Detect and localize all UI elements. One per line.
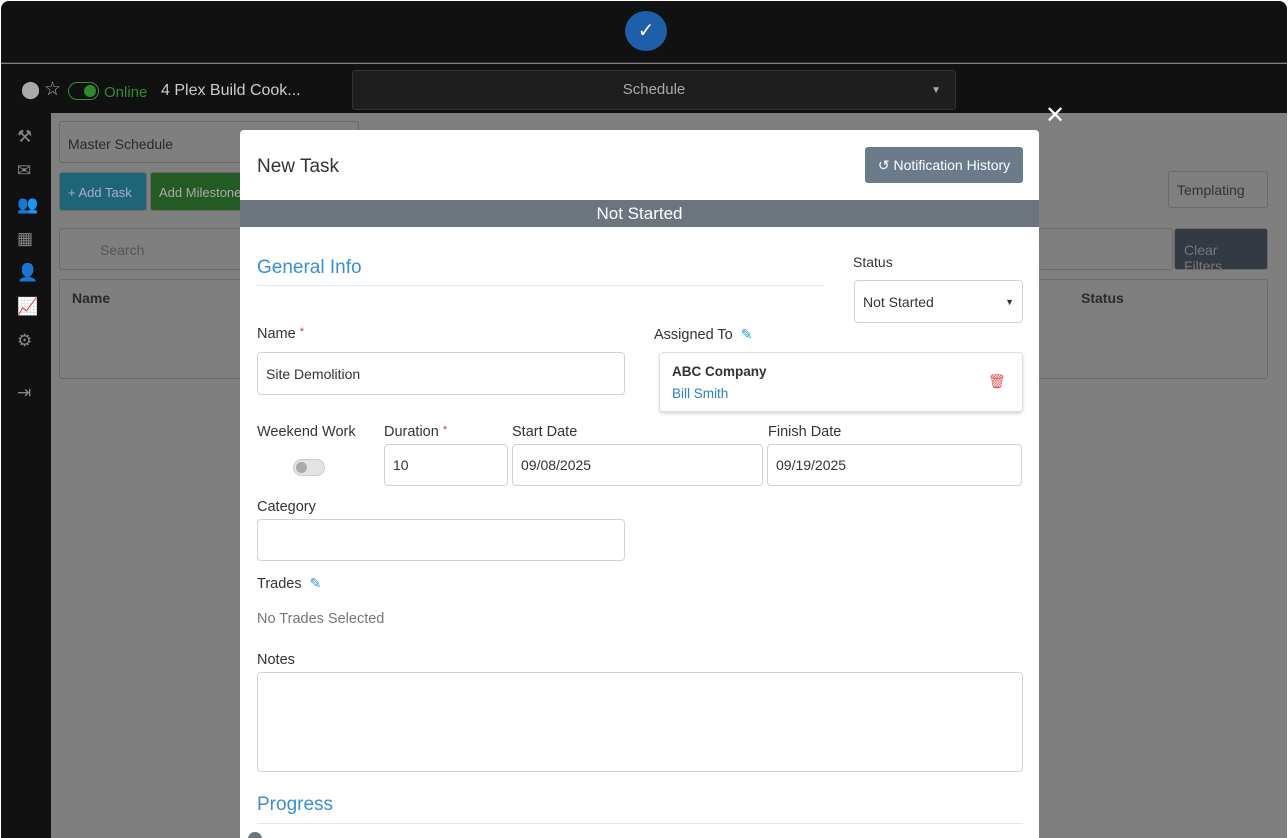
finish-date-label: Finish Date	[768, 424, 842, 440]
notes-textarea[interactable]	[257, 672, 1023, 772]
assignee-person[interactable]: Bill Smith	[672, 386, 728, 401]
new-task-modal: New Task ↺ Notification History Not Star…	[240, 130, 1039, 838]
trash-icon[interactable]: 🗑	[988, 373, 1006, 390]
weekend-work-label: Weekend Work	[257, 424, 356, 440]
weekend-work-toggle[interactable]	[293, 459, 325, 476]
nav-bar: ⬤ ☆ Online 4 Plex Build Cook... Schedule…	[1, 64, 1287, 113]
status-select[interactable]: Not Started ▼	[854, 280, 1023, 323]
assigned-to-text: Assigned To	[654, 327, 733, 343]
calendar-icon[interactable]: ▦	[17, 229, 33, 249]
required-marker: *	[299, 326, 304, 338]
users-icon[interactable]: 👥	[17, 195, 38, 215]
divider	[257, 823, 1023, 824]
logout-icon[interactable]: ⇥	[17, 383, 31, 403]
search-input[interactable]: Search	[59, 228, 249, 270]
trades-label: Trades ✎	[257, 575, 321, 592]
gear-icon[interactable]: ⚙	[17, 331, 32, 351]
online-toggle[interactable]	[68, 82, 99, 100]
clear-filters-button[interactable]: Clear Filters	[1174, 228, 1268, 274]
divider	[257, 285, 824, 286]
pencil-icon[interactable]: ✎	[310, 575, 322, 591]
start-date-input[interactable]: 09/08/2025	[512, 444, 763, 486]
mail-icon[interactable]: ✉	[17, 161, 31, 181]
progress-heading: Progress	[257, 794, 334, 815]
top-bar: ✓	[1, 1, 1287, 63]
duration-label: Duration *	[384, 424, 447, 440]
general-info-heading: General Info	[257, 257, 362, 278]
assignee-card: ABC Company Bill Smith 🗑	[659, 352, 1023, 412]
notes-label: Notes	[257, 652, 295, 668]
online-label: Online	[104, 84, 148, 101]
star-icon[interactable]: ☆	[44, 78, 61, 101]
caret-down-icon: ▼	[1005, 296, 1014, 307]
project-name[interactable]: 4 Plex Build Cook...	[161, 82, 301, 100]
add-milestone-button[interactable]: Add Milestone	[150, 172, 250, 211]
templating-button[interactable]: Templating	[1168, 171, 1268, 208]
assignee-company: ABC Company	[672, 364, 767, 379]
notification-history-label: Notification History	[893, 157, 1011, 173]
status-value: Not Started	[863, 293, 934, 310]
duration-label-text: Duration	[384, 424, 439, 440]
history-icon: ↺	[877, 157, 894, 173]
status-label: Status	[853, 254, 893, 270]
close-icon[interactable]: ✕	[1045, 101, 1065, 130]
category-input[interactable]	[257, 519, 625, 561]
caret-down-icon: ▼	[931, 85, 941, 96]
category-label: Category	[257, 499, 316, 515]
pencil-icon[interactable]: ✎	[741, 326, 753, 342]
finish-date-input[interactable]: 09/19/2025	[767, 444, 1022, 486]
progress-slider-handle[interactable]	[248, 832, 262, 838]
start-date-label: Start Date	[512, 424, 578, 440]
app-window: ✓ ⬤ ☆ Online 4 Plex Build Cook... Schedu…	[1, 1, 1287, 838]
modal-title: New Task	[257, 156, 340, 177]
no-trades-text: No Trades Selected	[257, 611, 385, 627]
table-header-right: Status	[1038, 279, 1268, 379]
column-status[interactable]: Status	[1081, 290, 1124, 306]
name-label-text: Name	[257, 326, 296, 342]
filter-select[interactable]	[1038, 228, 1173, 270]
location-icon[interactable]: ⬤	[21, 80, 40, 100]
name-input[interactable]: Site Demolition	[257, 352, 625, 395]
logo-icon[interactable]: ✓	[625, 11, 667, 51]
chart-icon[interactable]: 📈	[17, 297, 38, 317]
notification-history-button[interactable]: ↺ Notification History	[865, 147, 1023, 183]
module-label: Schedule	[622, 81, 686, 98]
module-select[interactable]: Schedule ▼	[352, 70, 956, 110]
required-marker: *	[442, 424, 448, 436]
sidebar: ⚒ ✉ 👥 ▦ 👤 📈 ⚙ ⇥	[1, 113, 51, 838]
add-task-button[interactable]: + Add Task	[59, 172, 147, 211]
assigned-to-label: Assigned To ✎	[654, 326, 752, 343]
column-name[interactable]: Name	[59, 279, 249, 379]
name-label: Name *	[257, 326, 304, 342]
status-banner: Not Started	[240, 200, 1039, 227]
user-clock-icon[interactable]: 👤	[17, 263, 38, 283]
trades-label-text: Trades	[257, 576, 302, 592]
hammer-icon[interactable]: ⚒	[17, 127, 32, 147]
duration-input[interactable]: 10	[384, 444, 508, 486]
